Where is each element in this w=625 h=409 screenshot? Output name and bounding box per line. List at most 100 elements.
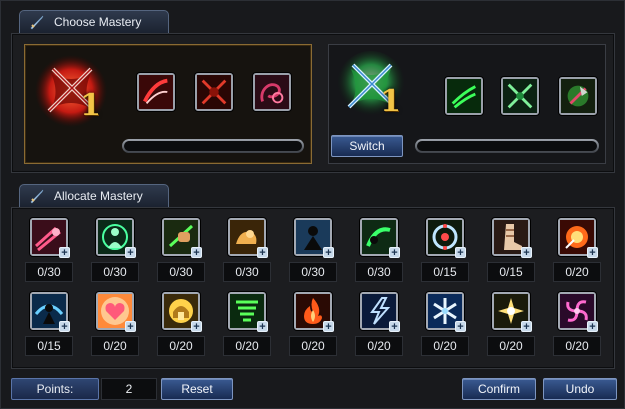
whirlwind-icon[interactable]: + — [228, 292, 268, 333]
reset-button[interactable]: Reset — [161, 378, 233, 400]
mastery-skill-cell[interactable]: + 0/20 — [355, 292, 405, 358]
leap-icon[interactable]: + — [360, 218, 400, 259]
add-point-icon[interactable]: + — [455, 247, 466, 259]
dash-icon[interactable]: + — [30, 218, 70, 259]
skill-point-count: 0/20 — [223, 336, 271, 356]
mastery-skill-cell[interactable]: + 0/30 — [289, 218, 339, 284]
star-burst-icon[interactable]: + — [492, 292, 532, 333]
mastery-skill-cell[interactable]: + 0/20 — [289, 292, 339, 358]
skill-point-count: 0/30 — [289, 262, 337, 282]
points-value: 2 — [101, 378, 157, 400]
mastery-skill-cell[interactable]: + 0/30 — [355, 218, 405, 284]
fist-icon[interactable]: + — [162, 218, 202, 259]
allocate-mastery-header: Allocate Mastery — [19, 184, 169, 208]
skill-point-count: 0/20 — [91, 336, 139, 356]
mastery-1-progress-bar — [122, 139, 304, 153]
skill-point-count: 0/30 — [223, 262, 271, 282]
green-claw-skill-icon[interactable] — [445, 77, 483, 115]
mastery-skill-cell[interactable]: + 0/30 — [25, 218, 75, 284]
confirm-button[interactable]: Confirm — [462, 378, 536, 400]
mastery-skill-cell[interactable]: + 0/30 — [157, 218, 207, 284]
golden-helm-icon[interactable]: + — [162, 292, 202, 333]
mastery-skill-cell[interactable]: + 0/20 — [553, 292, 603, 358]
add-point-icon[interactable]: + — [125, 247, 136, 259]
add-point-icon[interactable]: + — [587, 247, 598, 259]
red-crossed-swords-emblem: 1 — [33, 53, 109, 129]
green-crossed-swords-emblem: 1 — [333, 49, 409, 125]
points-label: Points: — [11, 378, 99, 400]
skill-point-count: 0/30 — [355, 262, 403, 282]
add-point-icon[interactable]: + — [59, 321, 70, 333]
target-ring-icon[interactable]: + — [426, 218, 466, 259]
mastery-2-level: 1 — [380, 84, 401, 119]
mastery-skill-cell[interactable]: + 0/15 — [487, 218, 537, 284]
green-crossed-blades-skill-icon[interactable] — [501, 77, 539, 115]
mastery-skill-cell[interactable]: + 0/20 — [157, 292, 207, 358]
add-point-icon[interactable]: + — [323, 247, 334, 259]
red-chain-skill-icon[interactable] — [253, 73, 291, 111]
add-point-icon[interactable]: + — [125, 321, 136, 333]
mastery-skill-cell[interactable]: + 0/20 — [223, 292, 273, 358]
mastery-skill-cell[interactable]: + 0/20 — [553, 218, 603, 284]
add-point-icon[interactable]: + — [455, 321, 466, 333]
skill-point-count: 0/30 — [91, 262, 139, 282]
skill-point-count: 0/20 — [487, 336, 535, 356]
skill-point-count: 0/15 — [487, 262, 535, 282]
add-point-icon[interactable]: + — [389, 321, 400, 333]
skill-point-count: 0/30 — [25, 262, 73, 282]
add-point-icon[interactable]: + — [257, 321, 268, 333]
body-aura-icon[interactable]: + — [96, 218, 136, 259]
choose-mastery-header: Choose Mastery — [19, 10, 169, 34]
skill-point-count: 0/20 — [157, 336, 205, 356]
skill-point-count: 0/20 — [553, 262, 601, 282]
strength-arm-icon[interactable]: + — [228, 218, 268, 259]
skill-point-count: 0/20 — [289, 336, 337, 356]
vortex-figure-icon[interactable]: + — [30, 292, 70, 333]
mastery-option-2[interactable]: 1 Switch — [328, 44, 606, 164]
add-point-icon[interactable]: + — [521, 321, 532, 333]
sword-icon — [30, 15, 44, 30]
add-point-icon[interactable]: + — [521, 247, 532, 259]
add-point-icon[interactable]: + — [587, 321, 598, 333]
lightning-icon[interactable]: + — [360, 292, 400, 333]
skill-point-count: 0/30 — [157, 262, 205, 282]
red-crossed-blades-skill-icon[interactable] — [195, 73, 233, 111]
heart-icon[interactable]: + — [96, 292, 136, 333]
shadow-figure-icon[interactable]: + — [294, 218, 334, 259]
add-point-icon[interactable]: + — [191, 247, 202, 259]
choose-mastery-panel: 1 1 Switch — [11, 33, 615, 173]
mastery-skill-cell[interactable]: + 0/20 — [421, 292, 471, 358]
add-point-icon[interactable]: + — [389, 247, 400, 259]
fire-burst-icon[interactable]: + — [558, 218, 598, 259]
undo-button[interactable]: Undo — [543, 378, 617, 400]
mastery-2-progress-bar — [415, 139, 599, 153]
skill-point-count: 0/15 — [25, 336, 73, 356]
add-point-icon[interactable]: + — [191, 321, 202, 333]
mastery-skill-cell[interactable]: + 0/30 — [91, 218, 141, 284]
skill-point-count: 0/15 — [421, 262, 469, 282]
pink-swirl-icon[interactable]: + — [558, 292, 598, 333]
add-point-icon[interactable]: + — [59, 247, 70, 259]
switch-mastery-button[interactable]: Switch — [331, 135, 403, 157]
add-point-icon[interactable]: + — [323, 321, 334, 333]
mastery-skill-cell[interactable]: + 0/20 — [487, 292, 537, 358]
mastery-skill-cell[interactable]: + 0/20 — [91, 292, 141, 358]
mastery-window: Choose Mastery 1 1 Switch Allocate Maste… — [0, 0, 625, 409]
boot-icon[interactable]: + — [492, 218, 532, 259]
mastery-option-1[interactable]: 1 — [24, 44, 312, 164]
green-axe-skill-icon[interactable] — [559, 77, 597, 115]
snowflake-icon[interactable]: + — [426, 292, 466, 333]
mastery-skill-cell[interactable]: + 0/15 — [421, 218, 471, 284]
mastery-1-level: 1 — [80, 88, 101, 123]
red-slash-skill-icon[interactable] — [137, 73, 175, 111]
flame-icon[interactable]: + — [294, 292, 334, 333]
allocate-mastery-title: Allocate Mastery — [54, 189, 143, 203]
mastery-skill-cell[interactable]: + 0/30 — [223, 218, 273, 284]
mastery-skill-cell[interactable]: + 0/15 — [25, 292, 75, 358]
sword-icon — [30, 189, 44, 204]
choose-mastery-title: Choose Mastery — [54, 15, 142, 29]
skill-point-count: 0/20 — [421, 336, 469, 356]
add-point-icon[interactable]: + — [257, 247, 268, 259]
skill-point-count: 0/20 — [553, 336, 601, 356]
skill-point-count: 0/20 — [355, 336, 403, 356]
